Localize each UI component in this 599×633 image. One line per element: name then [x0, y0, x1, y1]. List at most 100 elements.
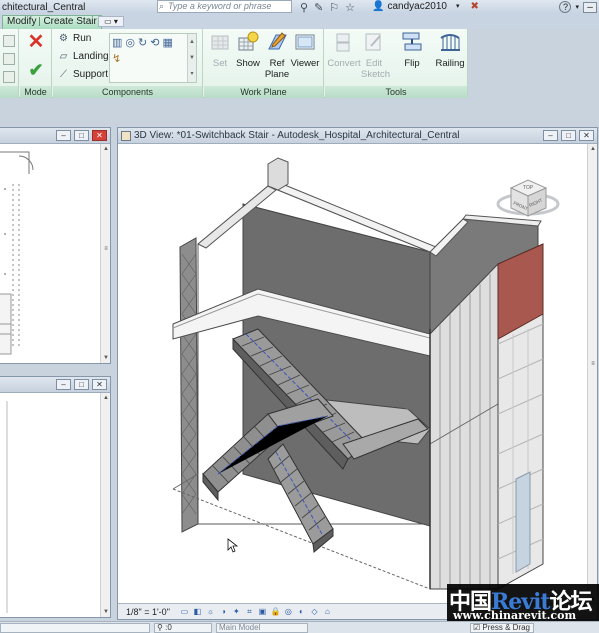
finish-edit-mode-button[interactable]: ✔: [26, 61, 46, 81]
minimize-view-button[interactable]: –: [56, 130, 71, 141]
cancel-edit-mode-button[interactable]: ✕: [26, 32, 46, 53]
filter-icon: ⚲: [157, 623, 163, 632]
flip-button[interactable]: Flip: [397, 31, 427, 69]
gallery-down-icon[interactable]: ▼: [188, 50, 196, 66]
close-view-button[interactable]: ✕: [579, 130, 594, 141]
components-panel-label: Components: [53, 86, 202, 98]
ref-plane-button[interactable]: Ref Plane: [262, 31, 292, 80]
scroll-thumb-icon[interactable]: ≡: [588, 359, 597, 369]
binoculars-icon[interactable]: ⚲: [300, 1, 308, 14]
detail-level-icon[interactable]: ▭: [180, 607, 189, 616]
scroll-up-icon[interactable]: ▲: [101, 393, 111, 403]
user-menu[interactable]: 👤 candyac2010 ▾ ✖: [372, 0, 479, 14]
support-button[interactable]: ⟋ Support: [57, 69, 108, 80]
exchange-icon[interactable]: ✖: [470, 0, 478, 14]
temporary-hide-icon[interactable]: ◎: [284, 607, 293, 616]
railing-button[interactable]: Railing: [433, 31, 467, 69]
minimize-button[interactable]: –: [583, 1, 597, 13]
show-button[interactable]: Show: [233, 31, 263, 69]
run-label: Run: [73, 33, 92, 44]
ribbon-tab-row: Modify Create Stair ▭ ▾: [0, 14, 599, 29]
section-view-window: – □ ✕ ▲ ▼: [0, 376, 111, 618]
tools-panel-label: Tools: [325, 86, 467, 98]
selection-count-field[interactable]: ⚲ :0: [154, 623, 212, 633]
press-drag-toggle[interactable]: ☑ Press & Drag: [470, 623, 534, 633]
status-bar: ⚲ :0 Main Model ☑ Press & Drag: [0, 621, 599, 633]
sun-path-icon[interactable]: ☼: [206, 607, 215, 616]
viewcube-top-label: TOP: [523, 185, 534, 191]
center-spiral-icon[interactable]: ↻: [138, 36, 147, 49]
scroll-down-icon[interactable]: ▼: [101, 607, 111, 617]
plan-view-window: – □ ✕ ▲ ≡ ▼: [0, 127, 111, 364]
flip-icon: [402, 32, 422, 51]
work-plane-panel-label: Work Plane: [204, 86, 323, 98]
scroll-down-icon[interactable]: ▼: [101, 353, 111, 363]
close-view-button[interactable]: ✕: [92, 379, 107, 390]
close-view-button[interactable]: ✕: [92, 130, 107, 141]
lock-3d-view-icon[interactable]: 🔒: [271, 607, 281, 616]
edit-sketch-button[interactable]: Edit Sketch: [361, 31, 390, 80]
help-button[interactable]: ?: [559, 1, 572, 13]
view-scale[interactable]: 1/8" = 1'-0": [126, 607, 170, 617]
landing-label: Landing: [73, 51, 109, 62]
restore-view-button[interactable]: □: [561, 130, 576, 141]
gallery-up-icon[interactable]: ▲: [188, 34, 196, 50]
press-drag-checkbox[interactable]: ☑: [473, 623, 480, 632]
plan-view-drawing: [0, 151, 34, 355]
landing-button[interactable]: ▱ Landing: [57, 51, 109, 62]
minimize-view-button[interactable]: –: [543, 130, 558, 141]
plan-view-scrollbar[interactable]: ▲ ≡ ▼: [100, 144, 110, 363]
favorites-star-icon[interactable]: ☆: [345, 1, 355, 14]
analytical-model-icon[interactable]: ◇: [310, 607, 319, 616]
highlight-displacement-icon[interactable]: ⌂: [323, 607, 332, 616]
minimize-view-button[interactable]: –: [56, 379, 71, 390]
visual-style-icon[interactable]: ◧: [193, 607, 202, 616]
3d-view-scrollbar[interactable]: ▲ ≡ ▼: [587, 144, 597, 605]
subscription-icon[interactable]: ⚐: [329, 1, 339, 14]
ref-plane-label: Ref Plane: [264, 58, 290, 80]
tab-label-create-stair: Create Stair: [43, 16, 97, 27]
section-view-scrollbar[interactable]: ▲ ▼: [100, 393, 110, 617]
set-button[interactable]: Set: [205, 31, 235, 69]
3d-model-canvas[interactable]: TOP FRONT RIGHT: [118, 144, 588, 605]
user-dropdown-icon[interactable]: ▾: [456, 0, 460, 14]
show-crop-icon[interactable]: ▣: [258, 607, 267, 616]
winder-run-icon[interactable]: ⟲: [150, 36, 159, 49]
communication-icon[interactable]: ✎: [314, 1, 323, 14]
set-label: Set: [212, 58, 228, 69]
scroll-up-icon[interactable]: ▲: [588, 144, 597, 154]
shadows-icon[interactable]: ◑: [219, 607, 228, 616]
modify-tool-icon[interactable]: [3, 53, 15, 65]
components-panel: ⚙ Run ▱ Landing ⟋ Support ▥ ◎ ↻ ⟲ ▦ ↯ ▲ …: [53, 29, 203, 98]
help-dropdown-icon[interactable]: ▾: [575, 3, 579, 11]
3d-view-window: 3D View: *01-Switchback Stair - Autodesk…: [117, 127, 598, 620]
search-input[interactable]: ⌕ Type a keyword or phrase: [157, 0, 292, 13]
watermark-logo: 中国Revit论坛 www.chinarevit.com: [447, 584, 599, 622]
ref-plane-icon: [268, 32, 287, 50]
pick-line-icon[interactable]: ↯: [112, 52, 121, 65]
status-message-field: [0, 623, 150, 633]
scroll-thumb-icon[interactable]: ≡: [101, 244, 111, 254]
gallery-scroll[interactable]: ▲ ▼ ▾: [187, 34, 196, 82]
ribbon: ✕ ✔ Mode ⚙ Run ▱ Landing ⟋ Support ▥ ◎ ↻…: [0, 29, 468, 98]
active-workset-select[interactable]: Main Model: [216, 623, 308, 633]
landing-icon: ▱: [59, 51, 68, 62]
sketch-run-icon[interactable]: ▦: [162, 36, 172, 49]
spiral-run-icon[interactable]: ◎: [125, 36, 135, 49]
crop-view-icon[interactable]: ⌗: [245, 607, 254, 616]
ribbon-toggle-button[interactable]: ▭ ▾: [98, 16, 124, 27]
render-icon[interactable]: ✦: [232, 607, 241, 616]
reveal-hidden-icon[interactable]: ◐: [297, 607, 306, 616]
run-icon: ⚙: [59, 33, 68, 44]
scroll-up-icon[interactable]: ▲: [101, 144, 111, 154]
tab-modify-create-stair[interactable]: Modify Create Stair: [2, 15, 102, 29]
restore-view-button[interactable]: □: [74, 130, 89, 141]
straight-run-icon[interactable]: ▥: [112, 36, 122, 49]
modify-tool-icon[interactable]: [3, 35, 15, 47]
run-button[interactable]: ⚙ Run: [57, 33, 91, 44]
viewer-button[interactable]: Viewer: [290, 31, 320, 69]
convert-button[interactable]: Convert: [327, 31, 361, 69]
modify-tool-icon[interactable]: [3, 71, 15, 83]
restore-view-button[interactable]: □: [74, 379, 89, 390]
gallery-expand-icon[interactable]: ▾: [188, 66, 196, 82]
